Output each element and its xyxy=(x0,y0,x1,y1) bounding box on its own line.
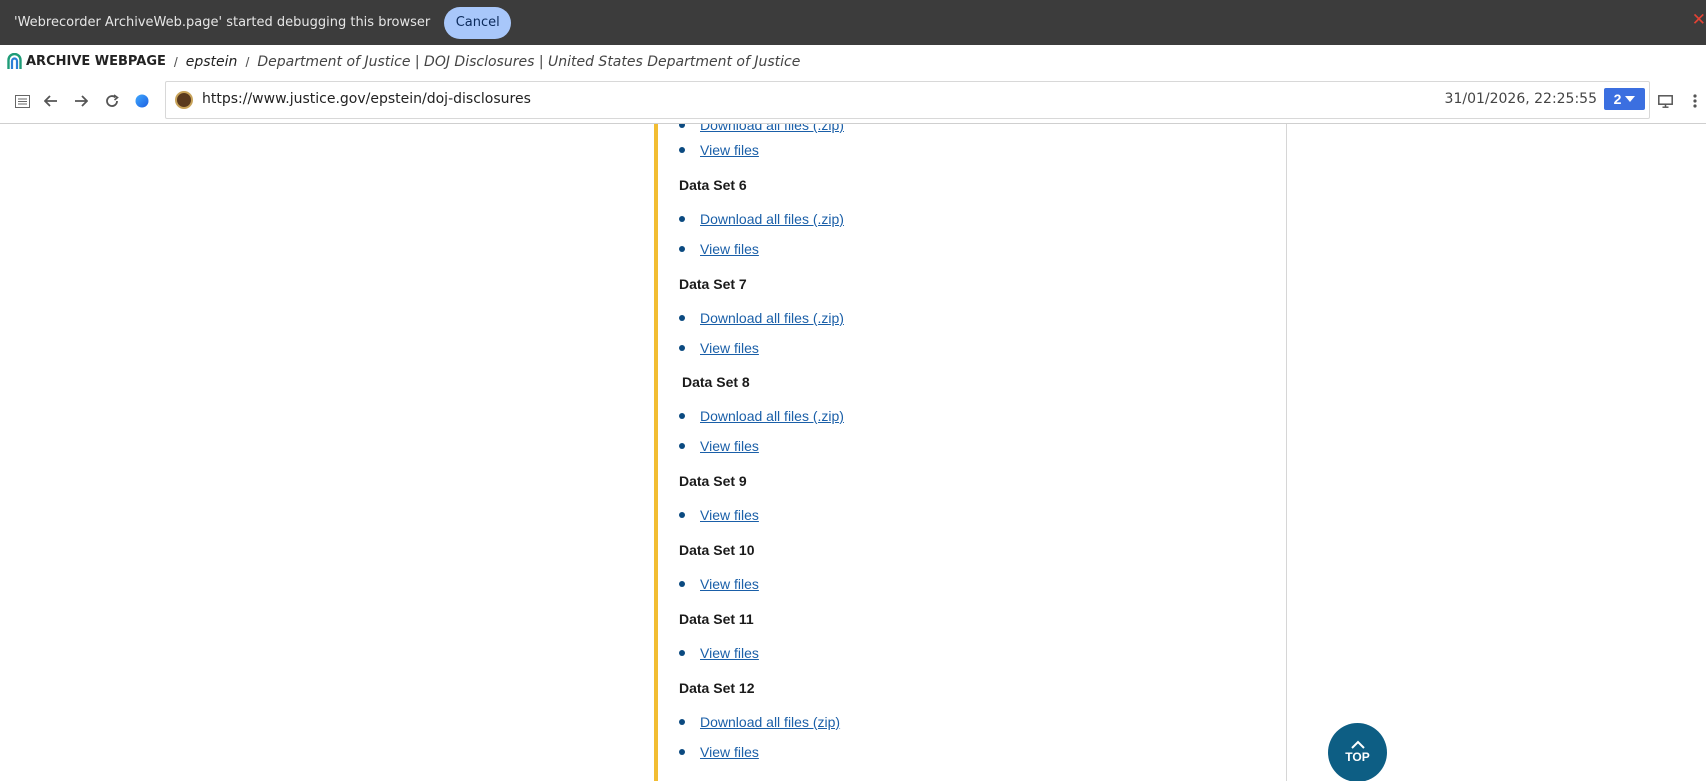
list-item: View files xyxy=(679,241,759,257)
download-zip-link[interactable]: Download all files (.zip) xyxy=(700,211,844,227)
reload-icon[interactable] xyxy=(102,91,122,111)
download-zip-link[interactable]: Download all files (.zip) xyxy=(700,408,844,424)
bullet xyxy=(679,719,685,725)
bullet xyxy=(679,315,685,321)
list-item: View files xyxy=(679,340,759,356)
list-item: Download all files (.zip) xyxy=(679,124,844,133)
list-item: View files xyxy=(679,507,759,523)
cancel-debugging-button[interactable]: Cancel xyxy=(444,6,512,39)
archive-breadcrumb-bar: ARCHIVE WEBPAGE / epstein / Department o… xyxy=(0,45,1706,78)
back-to-top-button[interactable]: TOP xyxy=(1328,723,1387,781)
view-files-link[interactable]: View files xyxy=(700,241,759,257)
view-files-link[interactable]: View files xyxy=(700,340,759,356)
data-set-heading: Data Set 6 xyxy=(679,177,747,193)
data-set-heading: Data Set 8 xyxy=(682,374,750,390)
bullet xyxy=(679,749,685,755)
debugging-banner: 'Webrecorder ArchiveWeb.page' started de… xyxy=(0,0,1706,45)
bullet xyxy=(679,581,685,587)
view-files-link[interactable]: View files xyxy=(700,142,759,158)
list-item: View files xyxy=(679,645,759,661)
data-set-heading: Data Set 7 xyxy=(679,276,747,292)
data-set-heading: Data Set 12 xyxy=(679,680,755,696)
download-zip-link[interactable]: Download all files (zip) xyxy=(700,714,840,730)
list-item: Download all files (.zip) xyxy=(679,211,844,227)
archive-app-title[interactable]: ARCHIVE WEBPAGE xyxy=(26,54,166,69)
download-zip-link[interactable]: Download all files (.zip) xyxy=(700,310,844,326)
list-item: View files xyxy=(679,142,759,158)
column-divider xyxy=(1286,124,1287,781)
bullet xyxy=(679,345,685,351)
bullet xyxy=(679,124,685,128)
close-banner-icon[interactable]: ✕ xyxy=(1692,10,1706,30)
breadcrumb-separator: / xyxy=(245,53,250,70)
back-to-top-label: TOP xyxy=(1345,749,1370,764)
view-files-link[interactable]: View files xyxy=(700,507,759,523)
list-item: Download all files (zip) xyxy=(679,714,840,730)
data-set-heading: Data Set 10 xyxy=(679,542,755,558)
bullet xyxy=(679,512,685,518)
breadcrumb-page-title: Department of Justice | DOJ Disclosures … xyxy=(257,53,801,70)
chevron-up-icon xyxy=(1350,740,1365,749)
list-item: View files xyxy=(679,744,759,760)
bullet xyxy=(679,147,685,153)
url-text[interactable]: https://www.justice.gov/epstein/doj-disc… xyxy=(202,91,531,107)
status-dot-icon xyxy=(132,91,152,111)
list-item: Download all files (.zip) xyxy=(679,310,844,326)
bullet xyxy=(679,650,685,656)
bullet xyxy=(679,246,685,252)
list-item: View files xyxy=(679,576,759,592)
bullet xyxy=(679,443,685,449)
accent-border xyxy=(654,124,658,781)
bullet xyxy=(679,216,685,222)
data-set-heading: Data Set 9 xyxy=(679,473,747,489)
archiveweb-logo-icon[interactable] xyxy=(7,53,22,70)
download-zip-link[interactable]: Download all files (.zip) xyxy=(700,124,844,133)
bullet xyxy=(679,413,685,419)
data-set-heading: Data Set 11 xyxy=(679,611,754,627)
page-content: Download all files (.zip) View files Dat… xyxy=(0,124,1706,781)
breadcrumb-separator: / xyxy=(173,53,178,70)
breadcrumb-collection[interactable]: epstein xyxy=(186,54,238,70)
capture-timestamp: 31/01/2026, 22:25:55 xyxy=(1444,91,1597,107)
back-icon[interactable] xyxy=(41,91,61,111)
chevron-down-icon xyxy=(1625,96,1636,102)
view-files-link[interactable]: View files xyxy=(700,744,759,760)
view-files-link[interactable]: View files xyxy=(700,576,759,592)
list-item: View files xyxy=(679,438,759,454)
more-menu-icon[interactable] xyxy=(1688,91,1702,111)
version-count: 2 xyxy=(1613,91,1622,107)
navigation-bar: https://www.justice.gov/epstein/doj-disc… xyxy=(0,78,1706,124)
forward-icon[interactable] xyxy=(71,91,91,111)
versions-dropdown-button[interactable]: 2 xyxy=(1604,88,1645,110)
view-files-link[interactable]: View files xyxy=(700,645,759,661)
list-item: Download all files (.zip) xyxy=(679,408,844,424)
site-favicon-icon xyxy=(175,91,193,109)
view-files-link[interactable]: View files xyxy=(700,438,759,454)
debugging-message: 'Webrecorder ArchiveWeb.page' started de… xyxy=(14,15,431,30)
url-bar[interactable]: https://www.justice.gov/epstein/doj-disc… xyxy=(165,81,1650,119)
sidebar-icon[interactable] xyxy=(12,91,32,111)
screen-icon[interactable] xyxy=(1655,91,1675,111)
